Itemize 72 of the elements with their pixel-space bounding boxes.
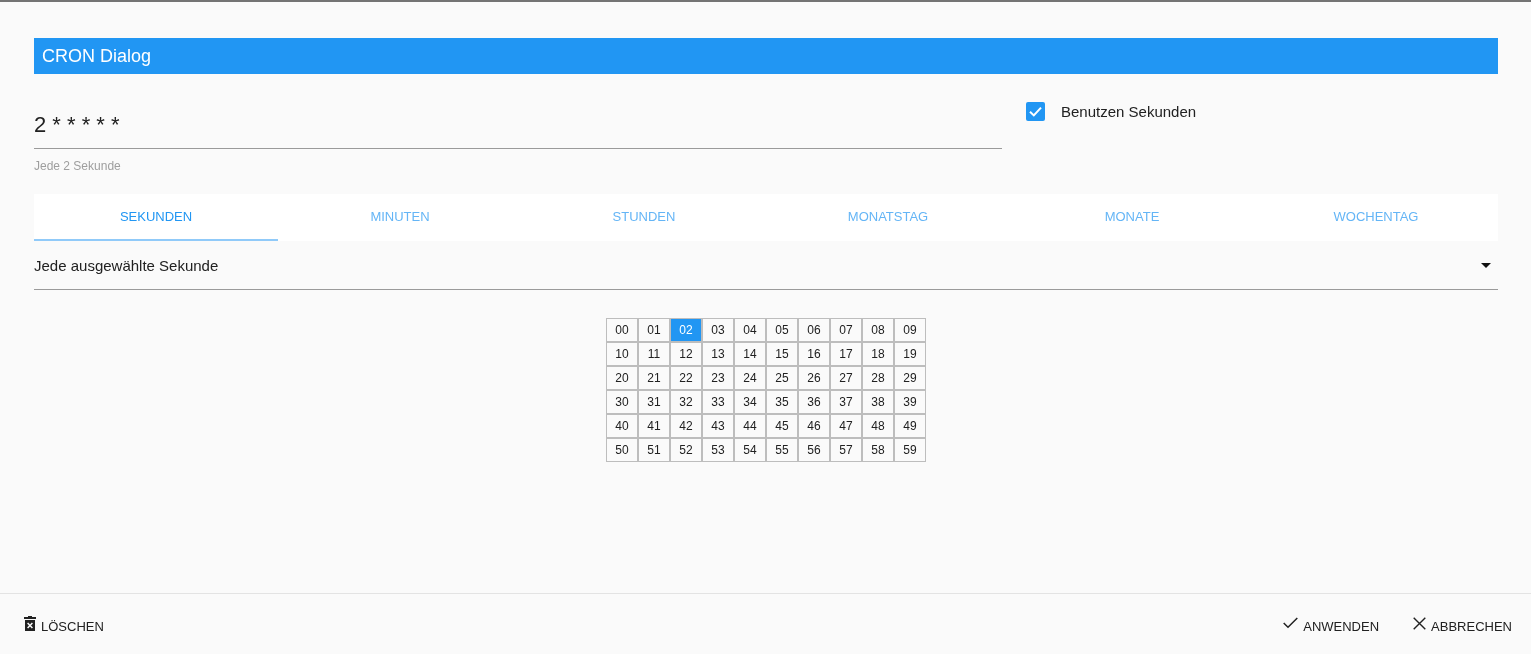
helper-text: Jede 2 Sekunde [34,159,122,174]
second-cell[interactable]: 21 [638,366,670,390]
second-cell[interactable]: 38 [862,390,894,414]
second-cell[interactable]: 36 [798,390,830,414]
second-cell[interactable]: 59 [894,438,926,462]
apply-button[interactable]: ANWENDEN [1275,612,1388,640]
second-cell[interactable]: 16 [798,342,830,366]
second-cell[interactable]: 09 [894,318,926,342]
delete-button[interactable]: LÖSCHEN [16,612,112,640]
second-cell[interactable]: 04 [734,318,766,342]
second-cell[interactable]: 33 [702,390,734,414]
second-cell[interactable]: 44 [734,414,766,438]
second-cell[interactable]: 50 [606,438,638,462]
second-cell[interactable]: 55 [766,438,798,462]
second-cell[interactable]: 49 [894,414,926,438]
second-cell[interactable]: 05 [766,318,798,342]
second-cell[interactable]: 34 [734,390,766,414]
second-cell[interactable]: 17 [830,342,862,366]
dropdown-caret-icon [1481,262,1491,268]
second-cell[interactable]: 58 [862,438,894,462]
second-cell[interactable]: 10 [606,342,638,366]
second-cell[interactable]: 13 [702,342,734,366]
second-cell[interactable]: 22 [670,366,702,390]
dialog-title-bar: CRON Dialog [34,38,1498,74]
trash-icon [24,615,36,631]
second-cell[interactable]: 14 [734,342,766,366]
second-cell[interactable]: 40 [606,414,638,438]
second-cell[interactable]: 26 [798,366,830,390]
second-cell[interactable]: 08 [862,318,894,342]
second-cell[interactable]: 11 [638,342,670,366]
second-cell[interactable]: 27 [830,366,862,390]
second-cell[interactable]: 07 [830,318,862,342]
second-cell[interactable]: 57 [830,438,862,462]
second-cell[interactable]: 00 [606,318,638,342]
second-cell[interactable]: 37 [830,390,862,414]
mode-select[interactable]: Jede ausgewählte Sekunde [34,241,1498,290]
second-cell[interactable]: 15 [766,342,798,366]
second-cell[interactable]: 52 [670,438,702,462]
second-cell[interactable]: 01 [638,318,670,342]
second-cell[interactable]: 47 [830,414,862,438]
second-cell[interactable]: 45 [766,414,798,438]
second-cell[interactable]: 42 [670,414,702,438]
second-cell[interactable]: 39 [894,390,926,414]
second-cell[interactable]: 32 [670,390,702,414]
cron-expression-field[interactable]: 2 * * * * * [34,100,1002,149]
second-cell[interactable]: 56 [798,438,830,462]
checkbox[interactable] [1026,101,1045,121]
second-cell[interactable]: 12 [670,342,702,366]
second-cell[interactable]: 19 [894,342,926,366]
second-cell[interactable]: 29 [894,366,926,390]
second-cell[interactable]: 03 [702,318,734,342]
second-cell[interactable]: 20 [606,366,638,390]
second-cell[interactable]: 54 [734,438,766,462]
cancel-button[interactable]: ABBRECHEN [1405,612,1520,640]
second-cell[interactable]: 24 [734,366,766,390]
second-cell[interactable]: 48 [862,414,894,438]
check-icon [1283,617,1299,629]
second-cell[interactable]: 06 [798,318,830,342]
second-cell[interactable]: 53 [702,438,734,462]
second-cell[interactable]: 46 [798,414,830,438]
second-cell[interactable]: 35 [766,390,798,414]
second-cell[interactable]: 43 [702,414,734,438]
second-cell[interactable]: 18 [862,342,894,366]
second-cell[interactable]: 30 [606,390,638,414]
close-icon [1413,616,1427,630]
second-cell[interactable]: 31 [638,390,670,414]
checkbox-label: Benutzen Sekunden [1061,102,1197,120]
second-cell[interactable]: 41 [638,414,670,438]
second-cell[interactable]: 51 [638,438,670,462]
second-cell[interactable]: 28 [862,366,894,390]
second-cell[interactable]: 23 [702,366,734,390]
second-cell[interactable]: 25 [766,366,798,390]
